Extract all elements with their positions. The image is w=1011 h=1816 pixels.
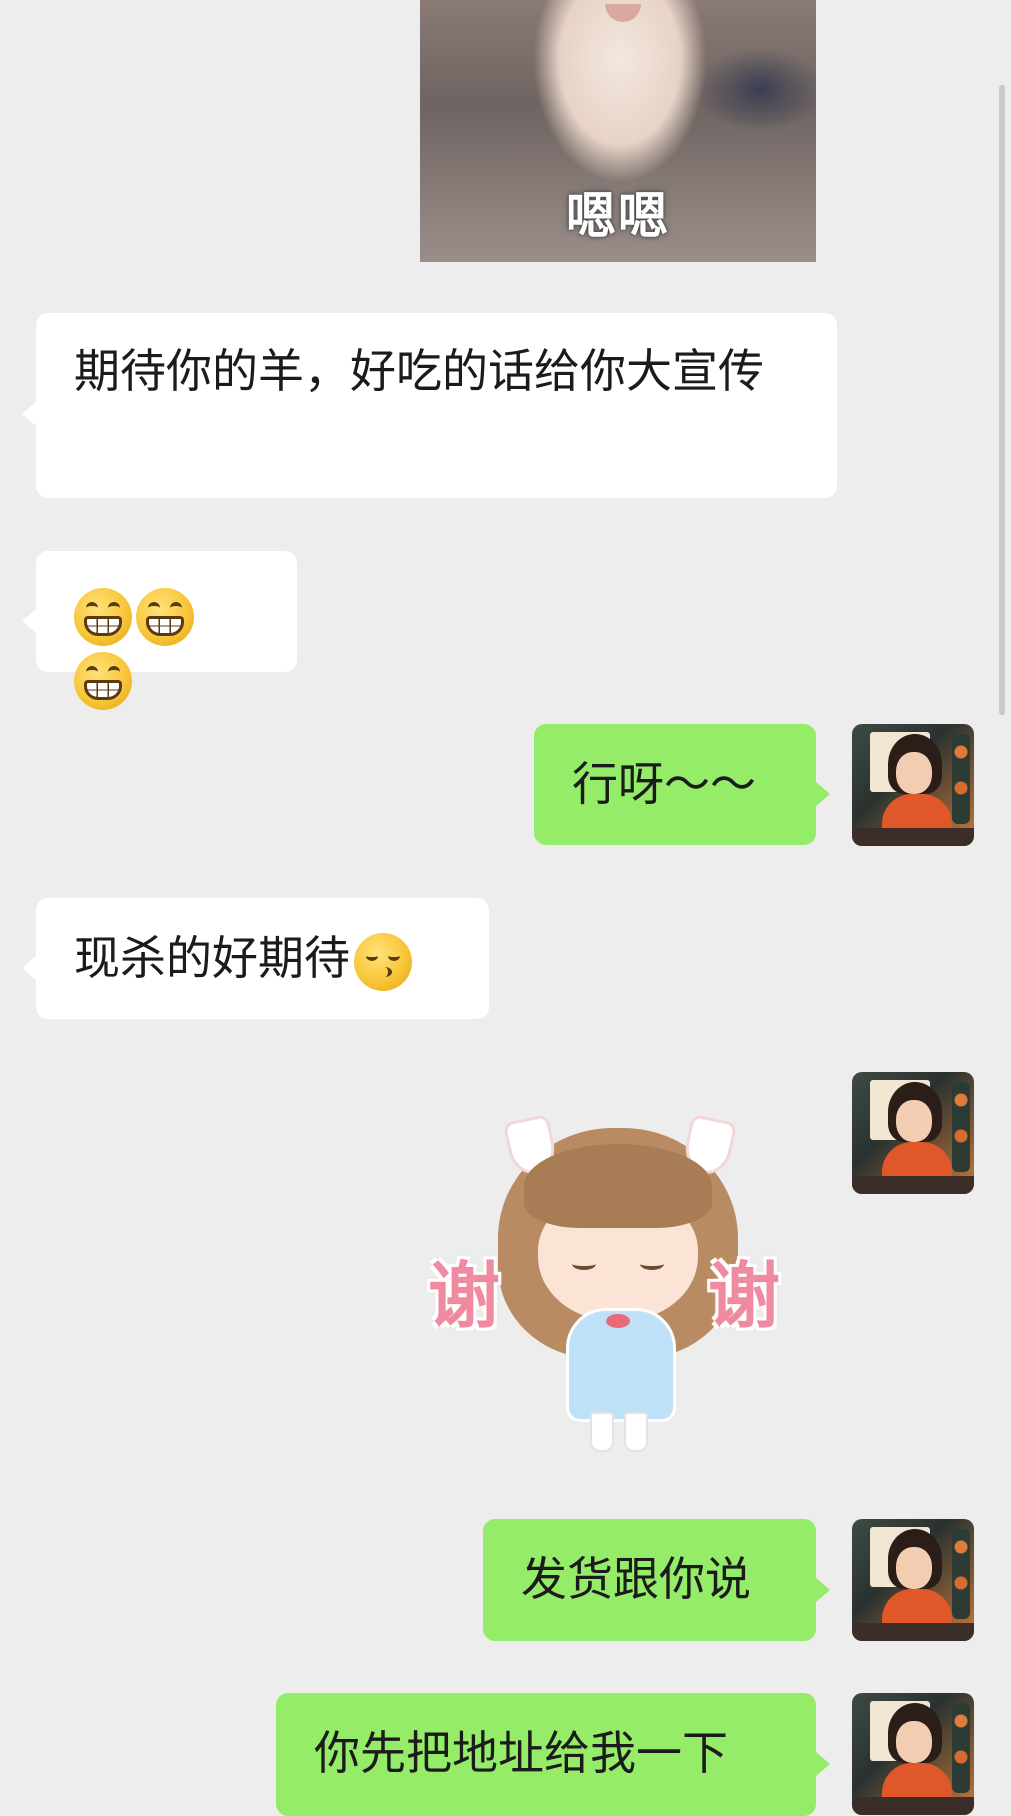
kissing-face-icon	[354, 932, 412, 991]
my-avatar[interactable]	[852, 1519, 974, 1641]
sticker-text-right: 谢	[708, 1254, 781, 1338]
outgoing-message-bubble[interactable]: 发货跟你说	[483, 1519, 830, 1641]
sticker-text-left: 谢	[428, 1254, 501, 1338]
cat-nose	[605, 4, 641, 22]
cat-sticker-image[interactable]: 嗯嗯	[420, 0, 816, 262]
thank-you-sticker[interactable]: 谢 谢	[428, 1108, 808, 1458]
outgoing-message-bubble[interactable]: 行呀～～	[534, 724, 830, 845]
grinning-face-icon	[74, 587, 132, 646]
grinning-face-icon	[136, 587, 194, 646]
my-avatar[interactable]	[852, 724, 974, 846]
scrollbar[interactable]	[999, 85, 1005, 715]
outgoing-message-bubble[interactable]: 你先把地址给我一下	[276, 1693, 830, 1816]
my-avatar[interactable]	[852, 1072, 974, 1194]
incoming-message-bubble[interactable]: 现杀的好期待	[22, 898, 489, 1019]
message-text: 发货跟你说	[521, 1552, 751, 1606]
message-text: 期待你的羊，好吃的话给你大宣传	[74, 344, 764, 398]
incoming-emoji-bubble[interactable]	[22, 551, 297, 710]
message-text: 现杀的好期待	[74, 931, 350, 985]
incoming-message-bubble[interactable]: 期待你的羊，好吃的话给你大宣传	[22, 313, 837, 498]
message-text: 行呀～～	[572, 757, 756, 811]
cat-sticker-caption: 嗯嗯	[566, 187, 670, 245]
message-text: 你先把地址给我一下	[314, 1726, 728, 1780]
my-avatar[interactable]	[852, 1693, 974, 1815]
grinning-face-icon	[74, 652, 132, 710]
chat-area[interactable]: 嗯嗯 期待你的羊，好吃的话给你大宣传 行呀～～ 现杀的好期待 谢 谢 发货跟你说…	[0, 0, 1011, 1816]
